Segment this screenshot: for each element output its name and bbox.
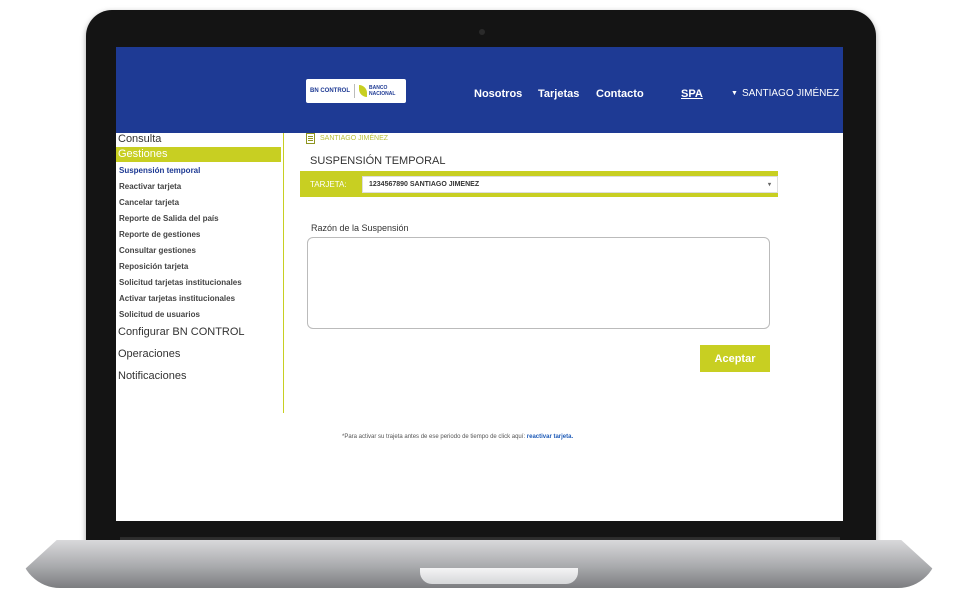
user-name: SANTIAGO JIMÉNEZ bbox=[741, 88, 840, 99]
reason-textarea[interactable] bbox=[307, 237, 770, 329]
reactivar-tarjeta-link[interactable]: reactivar tarjeta. bbox=[527, 434, 573, 440]
sidebar-item-gestiones[interactable]: Gestiones bbox=[116, 147, 281, 162]
bank-leaf-icon bbox=[359, 85, 367, 97]
logo-divider bbox=[354, 84, 355, 98]
top-header: BN CONTROL BANCO NACIONAL Nosotros Tarjet… bbox=[116, 47, 843, 133]
sidebar-sub-reporte-gestiones[interactable]: Reporte de gestiones bbox=[119, 230, 200, 239]
sidebar-sub-consultar-gestiones[interactable]: Consultar gestiones bbox=[119, 246, 196, 255]
sidebar-sub-suspension-temporal[interactable]: Suspensión temporal bbox=[119, 166, 200, 175]
document-icon bbox=[306, 133, 315, 144]
sidebar-sub-activar-institucionales[interactable]: Activar tarjetas institucionales bbox=[119, 294, 235, 303]
breadcrumb: SANTIAGO JIMÉNEZ bbox=[306, 133, 388, 144]
nav-tarjetas[interactable]: Tarjetas bbox=[538, 88, 579, 100]
laptop-scene: BN CONTROL BANCO NACIONAL Nosotros Tarjet… bbox=[0, 0, 958, 605]
sidebar: Consulta Gestiones Suspensión temporal R… bbox=[116, 133, 284, 413]
chevron-down-icon: ▾ bbox=[767, 181, 771, 188]
logo-text: BN CONTROL bbox=[310, 88, 350, 94]
laptop-notch bbox=[420, 568, 578, 584]
card-label: TARJETA: bbox=[310, 179, 347, 189]
main-content: SANTIAGO JIMÉNEZ SUSPENSIÓN TEMPORAL TAR… bbox=[300, 133, 778, 433]
caret-down-icon: ▼ bbox=[731, 90, 738, 97]
sidebar-sub-solicitud-usuarios[interactable]: Solicitud de usuarios bbox=[119, 310, 200, 319]
nav-contacto[interactable]: Contacto bbox=[596, 88, 644, 100]
sidebar-item-operaciones[interactable]: Operaciones bbox=[118, 348, 180, 360]
sidebar-sub-reactivar-tarjeta[interactable]: Reactivar tarjeta bbox=[119, 182, 181, 191]
card-select[interactable]: 1234567890 SANTIAGO JIMENEZ ▾ bbox=[362, 175, 778, 193]
nav-spa[interactable]: SPA bbox=[681, 88, 703, 100]
card-select-value: 1234567890 SANTIAGO JIMENEZ bbox=[369, 180, 480, 188]
bn-control-logo[interactable]: BN CONTROL BANCO NACIONAL bbox=[306, 79, 406, 103]
page-title: SUSPENSIÓN TEMPORAL bbox=[310, 155, 446, 167]
sidebar-sub-solicitud-institucionales[interactable]: Solicitud tarjetas institucionales bbox=[119, 278, 242, 287]
bank-name: BANCO NACIONAL bbox=[369, 85, 395, 97]
bank-logo: BANCO NACIONAL bbox=[359, 85, 395, 97]
user-menu[interactable]: ▼ SANTIAGO JIMÉNEZ bbox=[731, 88, 839, 99]
accept-button[interactable]: Aceptar bbox=[700, 345, 770, 372]
sidebar-item-notificaciones[interactable]: Notificaciones bbox=[118, 370, 186, 382]
bank-name-line2: NACIONAL bbox=[369, 91, 396, 97]
breadcrumb-user[interactable]: SANTIAGO JIMÉNEZ bbox=[320, 135, 388, 142]
nav-nosotros[interactable]: Nosotros bbox=[474, 88, 522, 100]
sidebar-sub-reporte-salida[interactable]: Reporte de Salida del país bbox=[119, 214, 219, 223]
sidebar-sub-cancelar-tarjeta[interactable]: Cancelar tarjeta bbox=[119, 198, 179, 207]
sidebar-sub-reposicion-tarjeta[interactable]: Reposición tarjeta bbox=[119, 262, 188, 271]
sidebar-item-consulta[interactable]: Consulta bbox=[118, 133, 161, 145]
footnote: *Para activar su trajeta antes de ese pe… bbox=[342, 434, 573, 440]
app-screen: BN CONTROL BANCO NACIONAL Nosotros Tarjet… bbox=[116, 47, 843, 521]
footnote-text: *Para activar su trajeta antes de ese pe… bbox=[342, 434, 527, 440]
reason-label: Razón de la Suspensión bbox=[311, 223, 409, 233]
camera-dot bbox=[479, 29, 485, 35]
card-selector-bar: TARJETA: 1234567890 SANTIAGO JIMENEZ ▾ bbox=[300, 171, 778, 197]
sidebar-item-configurar[interactable]: Configurar BN CONTROL bbox=[118, 326, 245, 338]
